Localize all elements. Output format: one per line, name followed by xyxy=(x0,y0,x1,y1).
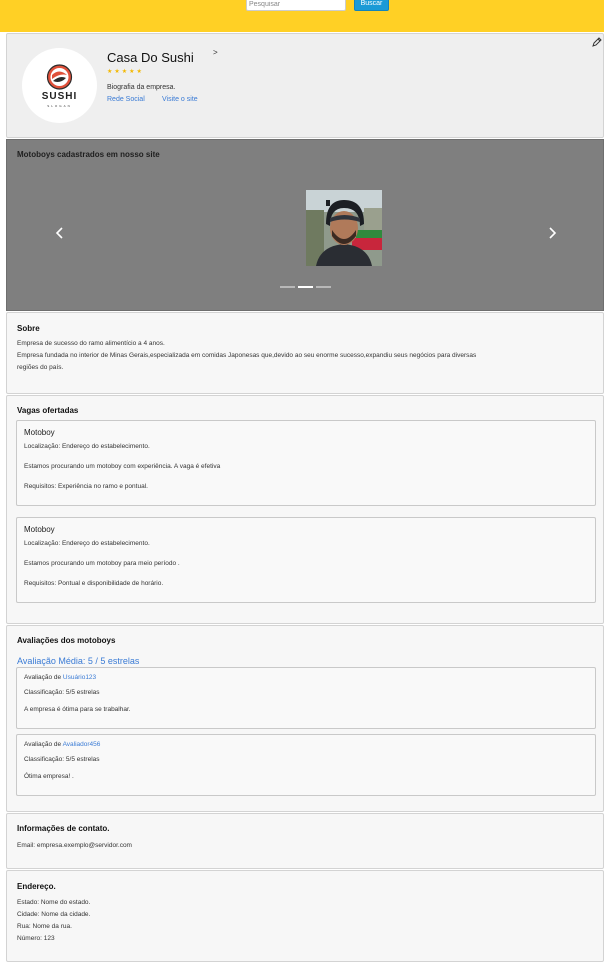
pencil-icon[interactable] xyxy=(592,37,602,47)
review-comment: Ótima empresa! . xyxy=(24,773,74,780)
job-card: Motoboy Localização: Endereço do estabel… xyxy=(16,420,596,506)
motoboy-photo xyxy=(306,190,382,266)
reviews-title: Avaliações dos motoboys xyxy=(17,636,116,645)
address-state: Estado: Nome do estado. xyxy=(17,899,91,906)
job-title: Motoboy xyxy=(24,428,55,437)
address-street: Rua: Nome da rua. xyxy=(17,923,72,930)
name-arrow-icon[interactable]: > xyxy=(213,48,218,57)
logo-text: SUSHI xyxy=(41,91,78,102)
job-description: Estamos procurando um motoboy com experi… xyxy=(24,463,221,470)
about-line-2: Empresa fundada no interior de Minas Ger… xyxy=(17,352,477,359)
search-button[interactable]: Buscar xyxy=(354,0,389,11)
rating-stars: ★★★★★ xyxy=(107,69,144,75)
average-rating: Avaliação Média: 5 / 5 estrelas xyxy=(17,656,140,666)
address-city: Cidade: Nome da cidade. xyxy=(17,911,91,918)
carousel-indicator-1[interactable] xyxy=(280,286,295,288)
about-title: Sobre xyxy=(17,324,40,333)
job-title: Motoboy xyxy=(24,525,55,534)
contact-email: Email: empresa.exemplo@servidor.com xyxy=(17,842,132,849)
about-line-1: Empresa de sucesso do ramo alimentício a… xyxy=(17,340,165,347)
review-prefix: Avaliação de xyxy=(24,674,63,681)
company-name: Casa Do Sushi xyxy=(107,50,194,65)
reviews-section: Avaliações dos motoboys Avaliação Média:… xyxy=(6,625,604,812)
search-input[interactable] xyxy=(246,0,346,11)
chevron-right-icon[interactable] xyxy=(547,227,557,239)
job-card: Motoboy Localização: Endereço do estabel… xyxy=(16,517,596,603)
job-requirements: Requisitos: Pontual e disponibilidade de… xyxy=(24,580,164,587)
review-user-link[interactable]: Avaliador456 xyxy=(63,741,101,748)
logo-slogan: SLOGAN xyxy=(47,104,72,108)
about-line-3: regiões do país. xyxy=(17,364,64,371)
address-title: Endereço. xyxy=(17,882,56,891)
company-bio: Biografia da empresa. xyxy=(107,84,176,91)
review-comment: A empresa é ótima para se trabalhar. xyxy=(24,706,131,713)
address-section: Endereço. Estado: Nome do estado. Cidade… xyxy=(6,870,604,962)
social-network-link[interactable]: Rede Social xyxy=(107,96,145,103)
about-section: Sobre Empresa de sucesso do ramo aliment… xyxy=(6,312,604,394)
review-prefix: Avaliação de xyxy=(24,741,63,748)
review-card: Avaliação de Avaliador456 Classificação:… xyxy=(16,734,596,796)
website-link[interactable]: Visite o site xyxy=(162,96,198,103)
review-header: Avaliação de Usuário123 xyxy=(24,674,96,681)
carousel-indicator-3[interactable] xyxy=(316,286,331,288)
job-openings-section: Vagas ofertadas Motoboy Localização: End… xyxy=(6,395,604,624)
address-number: Número: 123 xyxy=(17,935,55,942)
review-classification: Classificação: 5/5 estrelas xyxy=(24,689,100,696)
job-location: Localização: Endereço do estabelecimento… xyxy=(24,443,150,450)
review-user-link[interactable]: Usuário123 xyxy=(63,674,96,681)
contact-title: Informações de contato. xyxy=(17,824,110,833)
review-classification: Classificação: 5/5 estrelas xyxy=(24,756,100,763)
top-bar: Buscar xyxy=(0,0,604,32)
motoboys-carousel: Motoboys cadastrados em nosso site xyxy=(6,139,604,311)
review-header: Avaliação de Avaliador456 xyxy=(24,741,100,748)
sushi-logo-icon xyxy=(46,64,73,90)
carousel-indicator-2[interactable] xyxy=(298,286,313,288)
company-profile-card: SUSHI SLOGAN Casa Do Sushi > ★★★★★ Biogr… xyxy=(6,33,604,138)
chevron-left-icon[interactable] xyxy=(55,227,65,239)
jobs-title: Vagas ofertadas xyxy=(17,406,79,415)
job-location: Localização: Endereço do estabelecimento… xyxy=(24,540,150,547)
motoboy-avatar-image xyxy=(306,190,382,266)
company-logo: SUSHI SLOGAN xyxy=(22,48,97,123)
job-requirements: Requisitos: Experiência no ramo e pontua… xyxy=(24,483,148,490)
contact-section: Informações de contato. Email: empresa.e… xyxy=(6,813,604,869)
job-description: Estamos procurando um motoboy para meio … xyxy=(24,560,180,567)
carousel-title: Motoboys cadastrados em nosso site xyxy=(17,150,160,159)
review-card: Avaliação de Usuário123 Classificação: 5… xyxy=(16,667,596,729)
